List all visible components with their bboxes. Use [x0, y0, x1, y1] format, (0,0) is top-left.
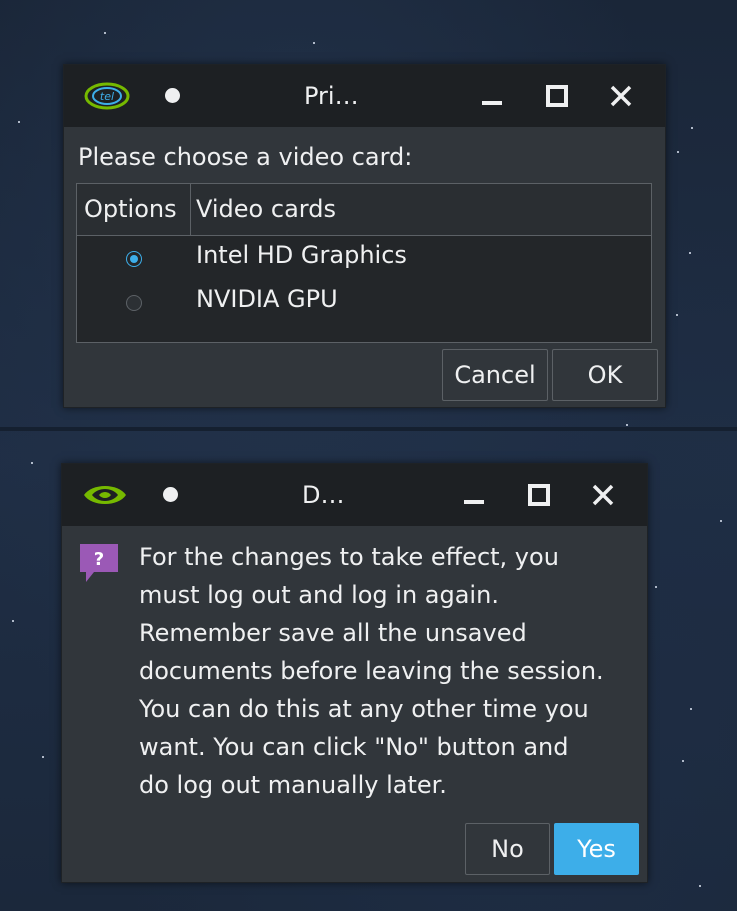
screenshot-divider — [0, 427, 737, 431]
titlebar[interactable]: tel Pri… — [64, 65, 665, 127]
star — [42, 756, 44, 758]
video-card-dialog: tel Pri… Please choose a video card: Opt… — [63, 64, 666, 408]
table-header: Options Video cards — [77, 184, 651, 236]
close-button[interactable] — [588, 480, 618, 510]
maximize-button[interactable] — [542, 81, 572, 111]
close-button[interactable] — [606, 81, 636, 111]
star — [682, 760, 684, 762]
close-icon — [610, 85, 632, 107]
star — [689, 252, 691, 254]
maximize-button[interactable] — [524, 480, 554, 510]
star — [720, 520, 722, 522]
table-row[interactable]: NVIDIA GPU — [77, 280, 651, 324]
video-card-label: NVIDIA GPU — [196, 285, 338, 313]
close-icon — [592, 484, 614, 506]
logout-confirm-dialog: D… ? For the changes to take effect, you… — [61, 463, 648, 883]
star — [676, 314, 678, 316]
window-title: D… — [302, 481, 345, 509]
column-separator[interactable] — [190, 184, 191, 235]
star — [313, 42, 315, 44]
minimize-icon — [482, 101, 502, 105]
svg-text:tel: tel — [100, 90, 114, 103]
maximize-icon — [528, 484, 550, 506]
radio-nvidia[interactable] — [126, 295, 142, 311]
star — [677, 151, 679, 153]
table-row[interactable]: Intel HD Graphics — [77, 236, 651, 280]
minimize-button[interactable] — [459, 480, 489, 510]
window-title: Pri… — [304, 82, 359, 110]
intel-logo-icon: tel — [84, 82, 130, 110]
star — [690, 708, 692, 710]
star — [655, 586, 657, 588]
svg-text:?: ? — [94, 549, 104, 570]
choose-prompt: Please choose a video card: — [78, 143, 413, 171]
titlebar[interactable]: D… — [62, 464, 647, 526]
no-button[interactable]: No — [465, 823, 550, 875]
star — [104, 32, 106, 34]
star — [699, 885, 701, 887]
video-card-table: Options Video cards Intel HD Graphics NV… — [76, 183, 652, 343]
star — [12, 620, 14, 622]
nvidia-logo-icon — [84, 486, 126, 504]
column-header-video-cards[interactable]: Video cards — [196, 184, 336, 235]
pin-icon[interactable] — [163, 487, 178, 502]
star — [626, 424, 628, 426]
star — [691, 127, 693, 129]
question-icon: ? — [80, 544, 118, 582]
maximize-icon — [546, 85, 568, 107]
star — [18, 121, 20, 123]
ok-button[interactable]: OK — [552, 349, 658, 401]
video-card-label: Intel HD Graphics — [196, 241, 407, 269]
dialog-message: For the changes to take effect, you must… — [139, 543, 604, 799]
cancel-button[interactable]: Cancel — [442, 349, 548, 401]
yes-button[interactable]: Yes — [554, 823, 639, 875]
column-header-options[interactable]: Options — [84, 184, 177, 235]
pin-icon[interactable] — [165, 88, 180, 103]
star — [31, 462, 33, 464]
minimize-button[interactable] — [477, 81, 507, 111]
minimize-icon — [464, 500, 484, 504]
radio-intel[interactable] — [126, 251, 142, 267]
